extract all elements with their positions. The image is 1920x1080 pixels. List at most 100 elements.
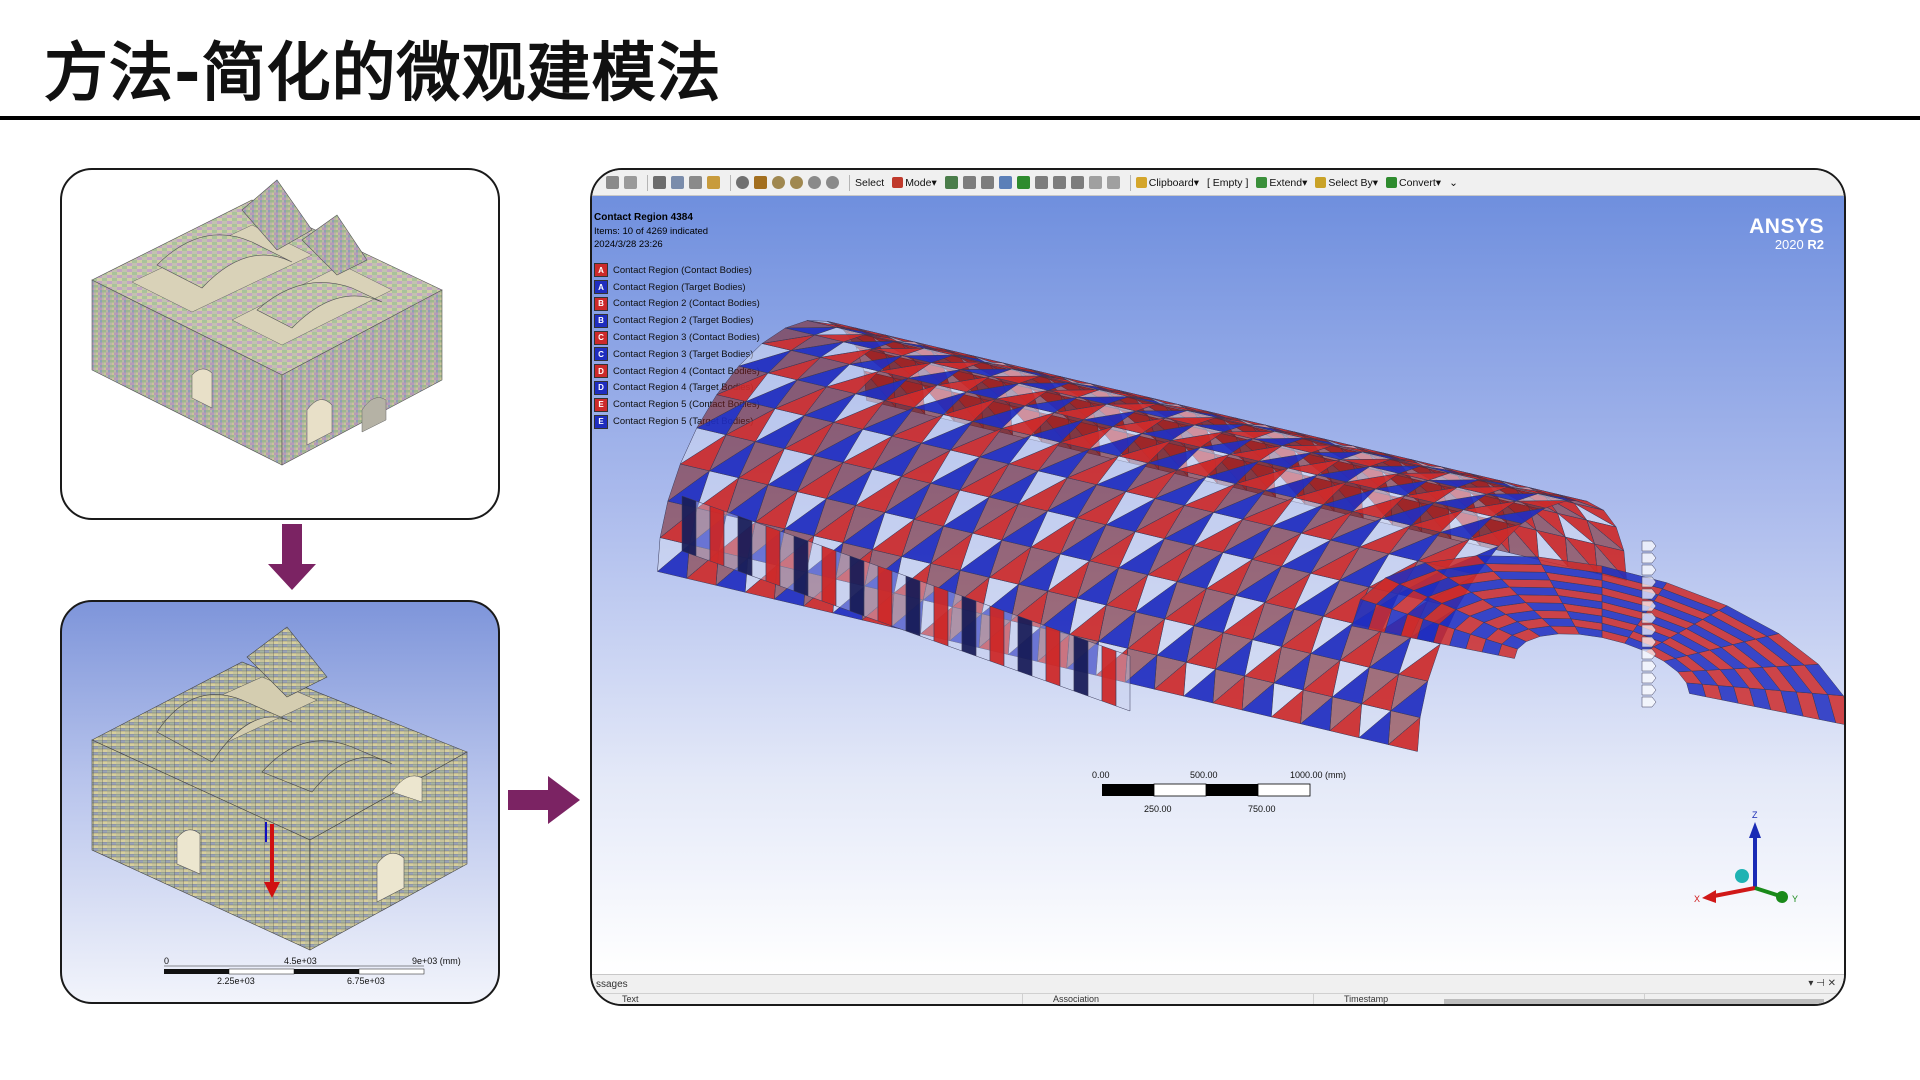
- base-block: [947, 590, 963, 652]
- rotate-icon[interactable]: [736, 176, 749, 189]
- element-face-icon[interactable]: [1034, 176, 1048, 189]
- convert-dropdown[interactable]: Convert ▾: [1386, 177, 1441, 189]
- pane-controls[interactable]: ▾ ⊣ ✕: [1808, 978, 1836, 989]
- vertex-select-icon[interactable]: [944, 176, 958, 189]
- clipboard-icon: [1135, 177, 1147, 188]
- pan-icon[interactable]: [754, 176, 767, 189]
- base-block: [709, 505, 725, 567]
- base-block: [1031, 620, 1047, 682]
- box-select-icon[interactable]: [653, 176, 666, 189]
- base-block: [1017, 615, 1033, 677]
- extend-label: Extend: [1269, 176, 1303, 189]
- edge-filter-icon[interactable]: [962, 176, 976, 189]
- vault-contact-model: [656, 320, 1844, 752]
- zoom-in-icon[interactable]: [826, 176, 839, 189]
- x-axis-label: X: [1694, 894, 1700, 904]
- toolbar-separator: [849, 174, 850, 191]
- small-scale-label: 0: [164, 956, 169, 966]
- cross-vault-element: [1492, 571, 1551, 581]
- base-block: [751, 520, 767, 582]
- clipboard-status: [ Empty ]: [1206, 176, 1249, 189]
- zoom-icon[interactable]: [606, 176, 619, 189]
- base-block: [989, 605, 1005, 667]
- small-scale-label: 4.5e+03: [284, 956, 317, 966]
- body-filter-icon[interactable]: [998, 176, 1012, 189]
- ansys-window: Select Mode ▾ Clipboard ▾ [ Empty ] Extend…: [590, 168, 1846, 1006]
- meshed-model-image: 0 4.5e+03 9e+03 (mm) 2.25e+03 6.75e+03: [91, 626, 468, 986]
- select-by-icon: [1315, 177, 1327, 188]
- scale-label: 0.00: [1092, 770, 1110, 780]
- face-select-icon[interactable]: [689, 176, 702, 189]
- zoom-box-icon[interactable]: [772, 176, 785, 189]
- select-by-dropdown[interactable]: Select By ▾: [1315, 177, 1378, 189]
- region-tag: [1641, 672, 1657, 684]
- base-block: [681, 495, 697, 557]
- scale-label: 250.00: [1144, 804, 1172, 814]
- small-scale-label: 9e+03 (mm): [412, 956, 461, 966]
- col-text[interactable]: Text: [592, 994, 1023, 1004]
- region-tag: [1641, 660, 1657, 672]
- base-block: [737, 515, 753, 577]
- region-tag: [1641, 552, 1657, 564]
- named-filter-icon[interactable]: [1106, 176, 1120, 189]
- scale-label: 500.00: [1190, 770, 1218, 780]
- mode-label: Mode: [905, 176, 932, 189]
- graphics-viewport[interactable]: Contact Region 4384 Items: 10 of 4269 in…: [592, 196, 1844, 974]
- col-association[interactable]: Association: [1023, 994, 1314, 1004]
- cross-vault-element: [1484, 563, 1547, 573]
- cursor-icon: [892, 177, 904, 188]
- select-by-label: Select By: [1328, 176, 1373, 189]
- slide-title: 方法-简化的微观建模法: [44, 37, 722, 111]
- convert-label: Convert: [1399, 176, 1436, 189]
- face-filter-icon[interactable]: [980, 176, 994, 189]
- base-block: [1101, 645, 1117, 707]
- base-block: [1059, 630, 1075, 692]
- region-tag: [1641, 540, 1657, 552]
- axis-triad: Z X Y: [1694, 810, 1798, 904]
- base-block: [863, 560, 879, 622]
- toolbar-overflow-icon[interactable]: ⌄: [1449, 177, 1458, 189]
- convert-icon: [1386, 177, 1398, 188]
- small-scale-label: 2.25e+03: [217, 976, 255, 986]
- horizontal-scrollbar[interactable]: [1444, 999, 1824, 1004]
- scale-bar: 0.00 500.00 1000.00 (mm) 250.00 750.00: [1092, 770, 1346, 814]
- base-block: [1087, 640, 1103, 702]
- filter-icon[interactable]: [1088, 176, 1102, 189]
- edge-select-icon[interactable]: [707, 176, 720, 189]
- clipboard-label: Clipboard: [1148, 176, 1194, 189]
- extend-dropdown[interactable]: Extend ▾: [1256, 177, 1307, 189]
- base-block: [877, 565, 893, 627]
- building-model-image: [91, 179, 443, 466]
- meshed-model-panel: 0 4.5e+03 9e+03 (mm) 2.25e+03 6.75e+03: [60, 600, 500, 1004]
- base-block: [835, 550, 851, 612]
- base-block: [905, 575, 921, 637]
- scale-label: 1000.00 (mm): [1290, 770, 1346, 780]
- base-block: [1045, 625, 1061, 687]
- toolbar-separator: [1129, 174, 1131, 191]
- element-icon[interactable]: [1052, 176, 1066, 189]
- clipboard-dropdown[interactable]: Clipboard ▾: [1135, 176, 1199, 189]
- select-label[interactable]: Select: [855, 177, 884, 189]
- base-block: [695, 500, 711, 562]
- y-axis-label: Y: [1792, 894, 1798, 904]
- mesh-select-icon[interactable]: [1070, 176, 1084, 189]
- right-arrow-icon: [508, 776, 580, 824]
- base-block: [891, 570, 907, 632]
- small-scale-bar: 0 4.5e+03 9e+03 (mm) 2.25e+03 6.75e+03: [164, 956, 461, 986]
- node-filter-icon[interactable]: [1016, 176, 1030, 189]
- small-scale-label: 6.75e+03: [347, 976, 385, 986]
- cross-vault-element: [1476, 555, 1542, 565]
- mode-dropdown[interactable]: Mode ▾: [892, 177, 937, 189]
- ansys-toolbar: Select Mode ▾ Clipboard ▾ [ Empty ] Extend…: [592, 170, 1844, 196]
- messages-label: ssages: [596, 979, 628, 990]
- base-block: [1003, 610, 1019, 672]
- magnifier-icon[interactable]: [808, 176, 821, 189]
- messages-pane: ssages ▾ ⊣ ✕ Text Association Timestamp: [592, 974, 1844, 1004]
- zoom-fit-icon[interactable]: [790, 176, 803, 189]
- base-block: [849, 555, 865, 617]
- body-select-icon[interactable]: [671, 176, 684, 189]
- base-block: [919, 580, 935, 642]
- base-block: [961, 595, 977, 657]
- region-tag: [1641, 564, 1657, 576]
- zoom-out-icon[interactable]: [624, 176, 637, 189]
